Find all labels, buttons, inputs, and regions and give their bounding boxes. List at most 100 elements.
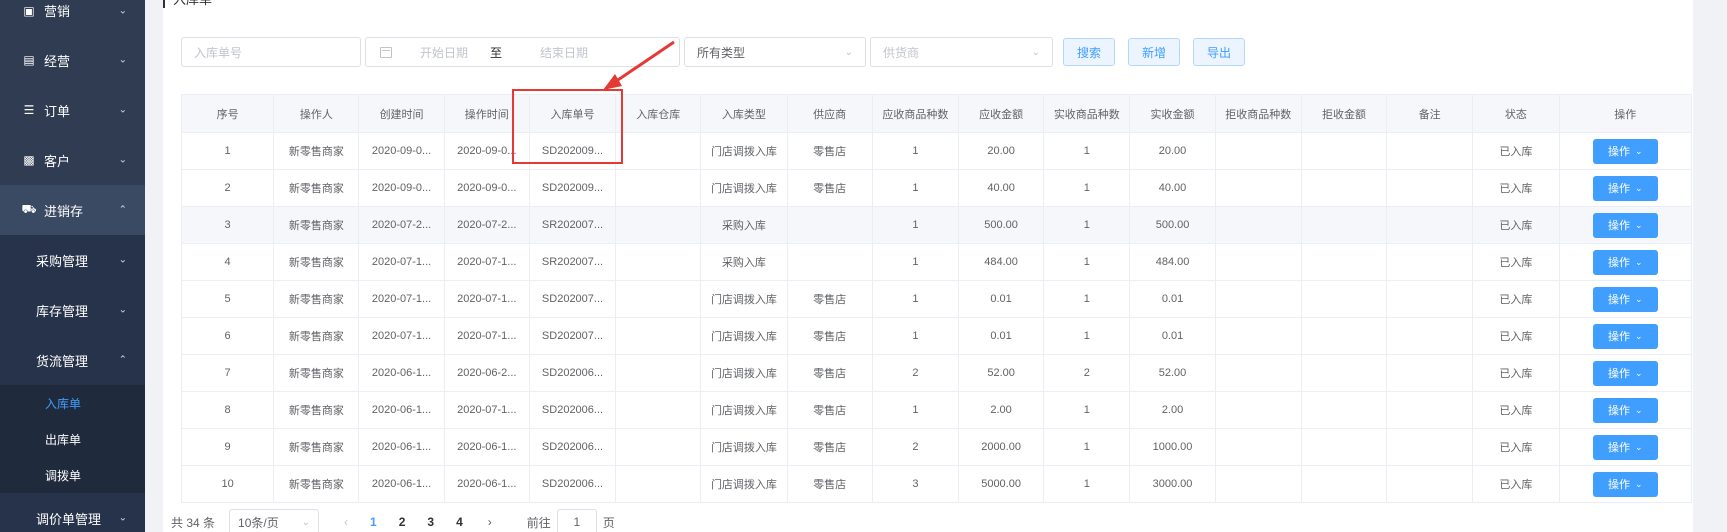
column-header: 拒收金额 — [1300, 94, 1388, 133]
end-date-placeholder: 结束日期 — [540, 45, 589, 60]
row-action-button[interactable]: 操作 ⌄ — [1592, 323, 1658, 349]
prev-page-button[interactable]: ‹ — [344, 515, 348, 529]
chevron-down-icon: ⌄ — [1634, 293, 1643, 304]
cell-actual-amount: 500.00 — [1129, 206, 1216, 244]
cell-recv-amount: 0.01 — [957, 317, 1045, 355]
table-header-row: 序号 操作人 创建时间 操作时间 入库单号 入库仓库 入库类型 供应商 应收商品种数 应收金额 实收… — [180, 94, 1693, 133]
order-no-input[interactable]: 入库单号 — [181, 37, 361, 67]
cell-type: 门店调拨入库 — [700, 280, 788, 318]
table-row: 8 新零售商家 2020-06-1... 2020-07-1... SD202006..… — [180, 391, 1693, 429]
column-header: 操作人 — [273, 94, 360, 133]
row-action-button[interactable]: 操作 ⌄ — [1592, 249, 1658, 275]
sidebar-item-inbound[interactable]: 入库单 — [0, 385, 145, 421]
cell-order-no: SD202009... — [528, 169, 617, 207]
cell-remark — [1386, 132, 1474, 170]
add-button[interactable]: 新增 — [1128, 38, 1181, 66]
cell-order-no: SR202007... — [528, 243, 617, 281]
chevron-down-icon: ⌄ — [118, 104, 127, 116]
sidebar-item-logistics[interactable]: 货流管理 ⌃ — [0, 335, 145, 385]
cell-created: 2020-06-1... — [358, 391, 445, 429]
cell-recv-kinds: 1 — [871, 169, 959, 207]
cell-order-no: SD202006... — [528, 428, 617, 466]
cell-actual-kinds: 1 — [1043, 132, 1131, 170]
cell-actions: 操作 ⌄ — [1558, 317, 1693, 355]
cell-reject-amount — [1300, 317, 1388, 355]
cell-type: 门店调拨入库 — [700, 391, 788, 429]
sidebar-item-label: 采购管理 — [36, 253, 89, 269]
search-button[interactable]: 搜索 — [1063, 38, 1116, 66]
cell-order-no: SR202007... — [528, 206, 617, 244]
chevron-down-icon: ⌄ — [1634, 256, 1643, 267]
chevron-down-icon: ⌄ — [1031, 46, 1040, 58]
supplier-placeholder: 供货商 — [883, 45, 920, 60]
cell-type: 门店调拨入库 — [700, 465, 788, 503]
filter-bar: 入库单号 开始日期 至 结束日期 所有类型 ⌄ 供货商 ⌄ 搜索 新增 导出 — [181, 37, 1246, 67]
row-action-label: 操作 — [1607, 146, 1630, 158]
cell-created: 2020-06-1... — [358, 428, 445, 466]
cell-no: 7 — [180, 354, 275, 392]
page-1[interactable]: 1 — [370, 515, 377, 529]
cell-warehouse — [615, 391, 702, 429]
export-button[interactable]: 导出 — [1193, 38, 1246, 66]
sidebar-item-label: 库存管理 — [36, 303, 89, 319]
column-header: 应收商品种数 — [871, 94, 959, 133]
cell-recv-kinds: 1 — [871, 206, 959, 244]
sidebar-item-purchase[interactable]: 采购管理 ⌄ — [0, 235, 145, 285]
type-select[interactable]: 所有类型 ⌄ — [684, 37, 866, 67]
supplier-select[interactable]: 供货商 ⌄ — [870, 37, 1053, 67]
gift-icon: ▣ — [23, 3, 35, 18]
cell-actual-kinds: 1 — [1043, 465, 1131, 503]
cell-actions: 操作 ⌄ — [1558, 280, 1693, 318]
row-action-label: 操作 — [1607, 442, 1630, 454]
next-page-button[interactable]: › — [488, 515, 492, 529]
cell-reject-kinds — [1214, 280, 1302, 318]
cell-remark — [1386, 354, 1474, 392]
row-action-button[interactable]: 操作 ⌄ — [1592, 138, 1658, 164]
cell-warehouse — [615, 465, 702, 503]
cell-no: 8 — [180, 391, 275, 429]
sidebar-item-marketing[interactable]: ▣ 营销 ⌄ — [0, 0, 145, 23]
sidebar-item-stock[interactable]: 库存管理 ⌄ — [0, 285, 145, 335]
sidebar-item-outbound[interactable]: 出库单 — [0, 421, 145, 457]
sidebar-item-label: 进销存 — [44, 203, 84, 219]
cell-actual-amount: 3000.00 — [1129, 465, 1216, 503]
page-4[interactable]: 4 — [456, 515, 463, 529]
cell-actual-kinds: 1 — [1043, 206, 1131, 244]
cell-recv-amount: 0.01 — [957, 280, 1045, 318]
cell-no: 3 — [180, 206, 275, 244]
row-action-label: 操作 — [1607, 183, 1630, 195]
row-action-button[interactable]: 操作 ⌄ — [1592, 434, 1658, 460]
table-row: 2 新零售商家 2020-09-0... 2020-09-0... SD202009..… — [180, 169, 1693, 207]
page-3[interactable]: 3 — [427, 515, 434, 529]
chevron-down-icon: ⌄ — [1634, 367, 1643, 378]
cell-no: 5 — [180, 280, 275, 318]
cell-type: 门店调拨入库 — [700, 428, 788, 466]
sidebar-item-business[interactable]: ▤ 经营 ⌄ — [0, 35, 145, 85]
sidebar-item-orders[interactable]: ☰ 订单 ⌄ — [0, 85, 145, 135]
cell-created: 2020-06-1... — [358, 354, 445, 392]
cell-operator: 新零售商家 — [273, 317, 360, 355]
cell-reject-amount — [1300, 391, 1388, 429]
row-action-button[interactable]: 操作 ⌄ — [1592, 360, 1658, 386]
date-range-picker[interactable]: 开始日期 至 结束日期 — [365, 37, 680, 67]
sidebar-item-label: 客户 — [44, 153, 71, 169]
cell-warehouse — [615, 428, 702, 466]
row-action-button[interactable]: 操作 ⌄ — [1592, 471, 1658, 497]
row-action-button[interactable]: 操作 ⌄ — [1592, 212, 1658, 238]
cell-operated: 2020-07-1... — [443, 280, 530, 318]
row-action-button[interactable]: 操作 ⌄ — [1592, 397, 1658, 423]
page-size-select[interactable]: 10条/页 ⌄ — [229, 509, 320, 532]
row-action-button[interactable]: 操作 ⌄ — [1592, 175, 1658, 201]
sidebar-item-transfer[interactable]: 调拨单 — [0, 457, 145, 493]
sidebar-item-inventory[interactable]: ⛟ 进销存 ⌃ — [0, 185, 145, 235]
page-2[interactable]: 2 — [399, 515, 406, 529]
cell-recv-kinds: 1 — [871, 132, 959, 170]
cell-operated: 2020-06-1... — [443, 465, 530, 503]
row-action-button[interactable]: 操作 ⌄ — [1592, 286, 1658, 312]
sidebar-item-price-adjust[interactable]: 调价单管理 ⌄ — [0, 493, 145, 532]
cell-created: 2020-07-2... — [358, 206, 445, 244]
cell-status: 已入库 — [1472, 465, 1560, 503]
goto-page-input[interactable]: 1 — [556, 509, 597, 532]
sidebar-item-customers[interactable]: ▩ 客户 ⌄ — [0, 135, 145, 185]
cell-no: 1 — [180, 132, 275, 170]
